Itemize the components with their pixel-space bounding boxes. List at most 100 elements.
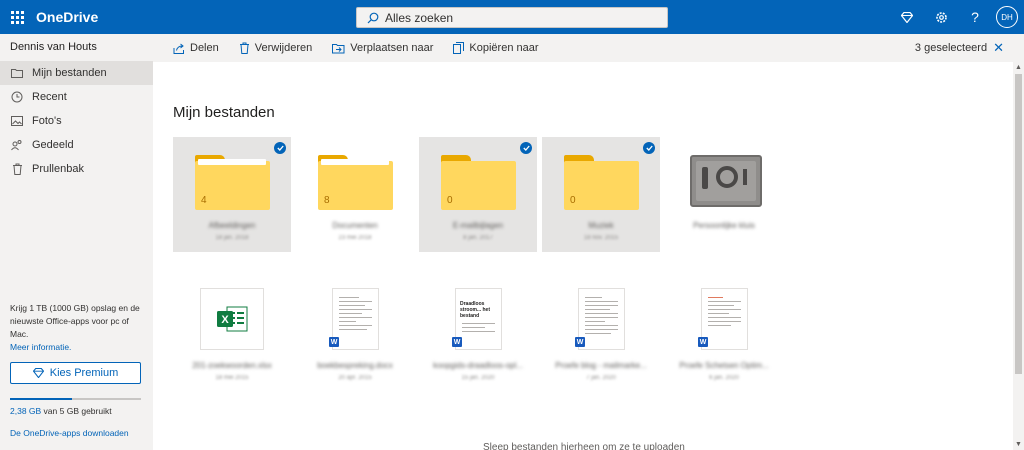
move-to-button[interactable]: Verplaatsen naar: [332, 42, 433, 54]
folder-icon: 8: [318, 155, 393, 210]
storage-progress-bar: [10, 398, 141, 400]
folder-tile-afbeeldingen[interactable]: 4 Afbeeldingen 18 jan. 2018: [173, 137, 291, 252]
sidebar-item-recycle-bin[interactable]: Prullenbak: [0, 157, 153, 181]
scroll-down-arrow-icon[interactable]: ▼: [1015, 441, 1022, 448]
copy-icon: [453, 42, 465, 54]
folder-tile-documenten[interactable]: 8 Documenten 23 mei 2018: [296, 137, 414, 252]
file-tile-docx[interactable]: Draadloos stroom... het bestand W koopgi…: [419, 277, 537, 392]
storage-used: 2,38 GB: [10, 406, 42, 416]
folder-item-count: 8: [324, 195, 330, 206]
folder-name[interactable]: Afbeeldingen: [173, 221, 291, 230]
file-name[interactable]: boekbespreking.docx: [296, 361, 414, 370]
file-date: 20 apr. 2015: [338, 375, 372, 381]
word-icon: W: [452, 337, 462, 347]
download-apps-link[interactable]: De OneDrive-apps downloaden: [10, 428, 129, 438]
folder-name[interactable]: E-mailbijlagen: [419, 221, 537, 230]
file-tile-xlsx[interactable]: X 201-zoekwoorden.xlsx 18 mei 2015: [173, 277, 291, 392]
folder-date: 18 nov. 2015: [583, 235, 619, 241]
excel-icon: X: [200, 288, 264, 350]
photo-icon: [10, 114, 24, 128]
file-name[interactable]: koopgids-draadloos-opl...: [419, 361, 537, 370]
premium-button[interactable]: Kies Premium: [10, 362, 141, 384]
delete-button[interactable]: Verwijderen: [239, 42, 312, 54]
selected-count: 3 geselecteerd: [914, 42, 988, 54]
selection-info: 3 geselecteerd ✕: [915, 34, 1004, 62]
waffle-icon: [10, 10, 24, 24]
diamond-icon: [32, 368, 44, 378]
sidebar-item-label: Foto's: [32, 115, 62, 127]
question-mark-icon: ?: [971, 9, 979, 25]
delete-label: Verwijderen: [254, 42, 313, 54]
avatar[interactable]: DH: [996, 6, 1018, 28]
file-name[interactable]: Proefe blog - mailmarke...: [542, 361, 660, 370]
file-tile-docx[interactable]: W Proefe Schetsen Optim... 6 jan. 2020: [665, 277, 783, 392]
storage-usage-text[interactable]: 2,38 GB van 5 GB gebruikt: [10, 406, 112, 416]
file-date: 18 mei 2015: [215, 375, 249, 381]
folder-tile-e-mailbijlagen[interactable]: 0 E-mailbijlagen 8 jan. 2017: [419, 137, 537, 252]
sidebar-item-label: Gedeeld: [32, 139, 74, 151]
people-icon: [10, 138, 24, 152]
scrollbar-thumb[interactable]: [1015, 74, 1022, 374]
page-title: Mijn bestanden: [173, 104, 275, 121]
document-thumbnail: W: [329, 288, 379, 350]
sidebar-item-shared[interactable]: Gedeeld: [0, 133, 153, 157]
sidebar-item-my-files[interactable]: Mijn bestanden: [0, 61, 153, 85]
user-name: Dennis van Houts: [10, 41, 97, 53]
settings-button[interactable]: [924, 0, 958, 34]
file-name[interactable]: 201-zoekwoorden.xlsx: [173, 361, 291, 370]
folder-icon: [10, 66, 24, 80]
storage-promo: Krijg 1 TB (1000 GB) opslag en de nieuws…: [10, 302, 145, 354]
folder-name[interactable]: Muziek: [542, 221, 660, 230]
sidebar-item-recent[interactable]: Recent: [0, 85, 153, 109]
scroll-up-arrow-icon[interactable]: ▲: [1015, 64, 1022, 71]
word-icon: W: [575, 337, 585, 347]
vault-name[interactable]: Persoonlijke kluis: [665, 221, 783, 230]
search-icon: [367, 12, 379, 23]
premium-diamond-button[interactable]: [890, 0, 924, 34]
move-label: Verplaatsen naar: [350, 42, 434, 54]
folder-icon: 4: [195, 155, 270, 210]
app-name[interactable]: OneDrive: [36, 9, 98, 25]
folder-name[interactable]: Documenten: [296, 221, 414, 230]
help-button[interactable]: ?: [958, 0, 992, 34]
personal-vault-tile[interactable]: Persoonlijke kluis: [665, 137, 783, 252]
gear-icon: [935, 11, 947, 23]
file-date: 6 jan. 2020: [709, 375, 739, 381]
sidebar-item-photos[interactable]: Foto's: [0, 109, 153, 133]
folder-item-count: 0: [447, 195, 453, 206]
folder-icon: 0: [441, 155, 516, 210]
document-thumbnail: W: [575, 288, 625, 350]
file-date: 15 jan. 2020: [461, 375, 495, 381]
diamond-icon: [901, 11, 913, 23]
move-icon: [332, 43, 345, 54]
drop-files-hint: Sleep bestanden hierheen om ze te upload…: [483, 442, 685, 450]
premium-button-label: Kies Premium: [49, 367, 119, 379]
trash-icon: [239, 42, 250, 54]
search-placeholder: Alles zoeken: [385, 10, 454, 25]
app-launcher-button[interactable]: [0, 0, 34, 34]
share-button[interactable]: Delen: [173, 42, 219, 54]
checkmark-icon[interactable]: [520, 142, 532, 154]
file-date: 7 jan. 2020: [586, 375, 616, 381]
sidebar-item-label: Recent: [32, 91, 67, 103]
file-tile-docx[interactable]: W boekbespreking.docx 20 apr. 2015: [296, 277, 414, 392]
search-box[interactable]: Alles zoeken: [356, 7, 668, 28]
file-name[interactable]: Proefe Schetsen Optim...: [665, 361, 783, 370]
folder-tile-muziek[interactable]: 0 Muziek 18 nov. 2015: [542, 137, 660, 252]
checkmark-icon[interactable]: [274, 142, 286, 154]
checkmark-icon[interactable]: [643, 142, 655, 154]
promo-text: Krijg 1 TB (1000 GB) opslag en de nieuws…: [10, 303, 140, 339]
folder-icon: 0: [564, 155, 639, 210]
folder-date: 8 jan. 2017: [463, 235, 493, 241]
trash-icon: [10, 162, 24, 176]
sidebar-item-label: Mijn bestanden: [32, 67, 107, 79]
storage-progress-fill: [10, 398, 73, 400]
more-info-link[interactable]: Meer informatie.: [10, 341, 145, 354]
copy-to-button[interactable]: Kopiëren naar: [453, 42, 539, 54]
folder-date: 18 jan. 2018: [215, 235, 249, 241]
word-icon: W: [698, 337, 708, 347]
clear-selection-close-icon[interactable]: ✕: [993, 40, 1004, 56]
folder-item-count: 4: [201, 195, 207, 206]
vertical-scrollbar[interactable]: ▲ ▼: [1013, 62, 1024, 450]
file-tile-docx[interactable]: W Proefe blog - mailmarke... 7 jan. 2020: [542, 277, 660, 392]
